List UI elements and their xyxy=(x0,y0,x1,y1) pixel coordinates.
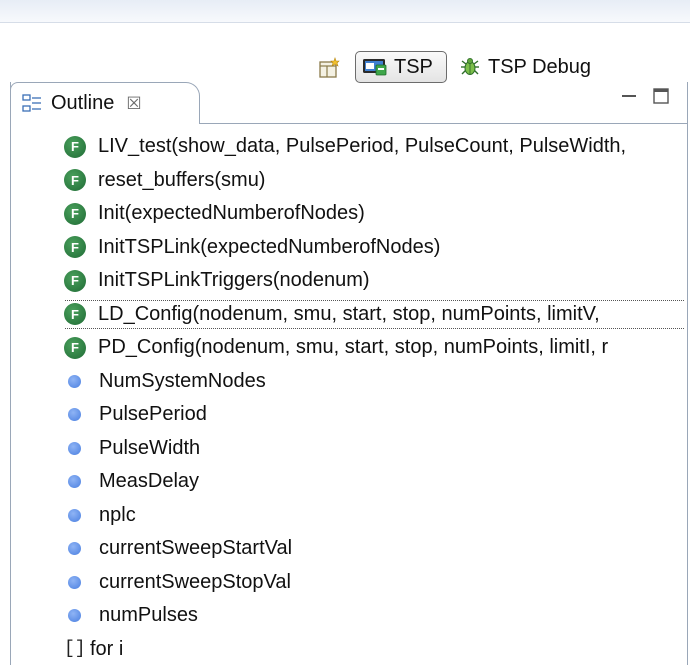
variable-icon xyxy=(68,509,81,522)
tab-outline-label: Outline xyxy=(51,92,114,115)
outline-item-label: InitTSPLink(expectedNumberofNodes) xyxy=(98,236,440,259)
variable-icon xyxy=(68,542,81,555)
function-icon: F xyxy=(64,303,86,325)
maximize-view-icon[interactable] xyxy=(652,87,670,105)
open-perspective-icon[interactable] xyxy=(318,57,342,79)
perspective-toolbar: TSP TSP Debug xyxy=(0,23,690,75)
outline-item-variable[interactable]: currentSweepStartVal xyxy=(64,532,684,566)
outline-item-label: reset_buffers(smu) xyxy=(98,169,265,192)
function-icon: F xyxy=(64,270,86,292)
tab-strip-divider xyxy=(199,123,688,124)
tab-outline[interactable]: Outline ☒ xyxy=(10,82,200,124)
tsp-perspective-icon xyxy=(362,56,388,78)
outline-item-function[interactable]: Freset_buffers(smu) xyxy=(64,164,684,198)
window-top-strip xyxy=(0,0,690,23)
outline-item-function[interactable]: F InitTSPLinkTriggers(nodenum) xyxy=(64,264,684,298)
close-tab-icon[interactable]: ☒ xyxy=(126,94,141,114)
debug-bug-icon xyxy=(458,55,482,79)
variable-icon xyxy=(68,475,81,488)
outline-item-label: nplc xyxy=(99,504,136,527)
tsp-debug-perspective-label: TSP Debug xyxy=(488,56,591,79)
outline-item-label: PD_Config(nodenum, smu, start, stop, num… xyxy=(98,336,608,359)
outline-view: Outline ☒ F LIV_test(show_data, PulsePeri… xyxy=(0,82,690,665)
outline-item-label: LIV_test(show_data, PulsePeriod, PulseCo… xyxy=(98,135,626,158)
outline-item-label: MeasDelay xyxy=(99,470,199,493)
outline-item-variable[interactable]: NumSystemNodes xyxy=(64,365,684,399)
outline-icon xyxy=(21,93,43,115)
outline-item-variable[interactable]: PulseWidth xyxy=(64,432,684,466)
outline-item-variable[interactable]: PulsePeriod xyxy=(64,398,684,432)
loop-block-icon: [] xyxy=(64,639,86,659)
variable-icon xyxy=(68,609,81,622)
outline-item-function[interactable]: F LD_Config(nodenum, smu, start, stop, nu… xyxy=(64,298,684,332)
function-icon: F xyxy=(64,236,86,258)
tsp-perspective-label: TSP xyxy=(394,56,433,79)
function-icon: F xyxy=(64,203,86,225)
variable-icon xyxy=(68,408,81,421)
outline-item-label: PulsePeriod xyxy=(99,403,207,426)
outline-item-label: numPulses xyxy=(99,604,198,627)
outline-item-function[interactable]: F LIV_test(show_data, PulsePeriod, PulseC… xyxy=(64,130,684,164)
function-icon: F xyxy=(64,337,86,359)
variable-icon xyxy=(68,442,81,455)
function-icon: F xyxy=(64,136,86,158)
outline-item-function[interactable]: F PD_Config(nodenum, smu, start, stop, nu… xyxy=(64,331,684,365)
outline-item-label: LD_Config(nodenum, smu, start, stop, num… xyxy=(98,303,600,326)
minimize-view-icon[interactable] xyxy=(620,92,638,106)
outline-item-variable[interactable]: MeasDelay xyxy=(64,465,684,499)
outline-tree: F LIV_test(show_data, PulsePeriod, PulseC… xyxy=(64,130,684,666)
outline-item-label: for i xyxy=(90,638,123,661)
outline-item-label: InitTSPLinkTriggers(nodenum) xyxy=(98,269,370,292)
outline-item-loop[interactable]: []for i xyxy=(64,633,684,666)
outline-item-label: currentSweepStartVal xyxy=(99,537,292,560)
variable-icon xyxy=(68,375,81,388)
tsp-debug-perspective-button[interactable]: TSP Debug xyxy=(458,51,591,83)
outline-item-variable[interactable]: currentSweepStopVal xyxy=(64,566,684,600)
variable-icon xyxy=(68,576,81,589)
outline-item-variable[interactable]: nplc xyxy=(64,499,684,533)
outline-item-function[interactable]: F InitTSPLink(expectedNumberofNodes) xyxy=(64,231,684,265)
function-icon: F xyxy=(64,169,86,191)
outline-item-label: Init(expectedNumberofNodes) xyxy=(98,202,365,225)
outline-item-label: PulseWidth xyxy=(99,437,200,460)
outline-item-function[interactable]: F Init(expectedNumberofNodes) xyxy=(64,197,684,231)
tsp-perspective-button[interactable]: TSP xyxy=(355,51,447,83)
outline-item-label: NumSystemNodes xyxy=(99,370,266,393)
outline-item-label: currentSweepStopVal xyxy=(99,571,291,594)
outline-item-variable[interactable]: numPulses xyxy=(64,599,684,633)
